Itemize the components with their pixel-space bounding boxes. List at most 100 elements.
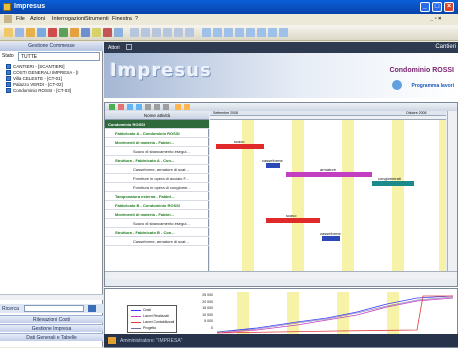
task-row[interactable]: Movimenti di materia - Fabbri... (105, 138, 209, 147)
mdi-controls[interactable]: _ ▫ × (430, 16, 441, 22)
outdent-icon[interactable] (136, 104, 142, 110)
copy-icon[interactable] (141, 28, 150, 37)
window-icon[interactable] (202, 28, 211, 37)
layout-icon[interactable] (246, 28, 255, 37)
task-row[interactable]: Fabbricato B - Condominio ROSSI (105, 201, 209, 210)
bar-armature-a[interactable] (286, 172, 372, 177)
app-icon (3, 3, 11, 11)
bar-scavo-a[interactable] (216, 144, 264, 149)
gantt-hscroll[interactable] (105, 271, 457, 279)
menu-strumenti[interactable]: Strumenti (85, 16, 109, 22)
y-tick: 5 000 (204, 319, 213, 323)
task-row[interactable]: Casseforme, armature di scat... (105, 165, 209, 174)
arrange-icon[interactable] (235, 28, 244, 37)
sidebar-hscroll[interactable] (0, 294, 103, 300)
task-row[interactable]: Scavo di sbancamento esegui... (105, 219, 209, 228)
task-row[interactable]: Forniture in opera di acciaio F... (105, 174, 209, 183)
nav-gestione-impresa[interactable]: Gestione Impresa (0, 324, 103, 332)
program-button[interactable]: Programma lavori (411, 83, 454, 89)
chart-icon[interactable] (268, 28, 277, 37)
users-icon[interactable] (81, 28, 90, 37)
delete-icon[interactable] (48, 28, 57, 37)
task-row[interactable]: Fornitura in opera di conglome... (105, 183, 209, 192)
tab-cantieri[interactable]: Cantieri (435, 44, 456, 50)
bar-casseforme-b[interactable] (322, 236, 340, 241)
indent-icon[interactable] (127, 104, 133, 110)
cut-icon[interactable] (130, 28, 139, 37)
print-icon[interactable] (184, 104, 190, 110)
tab-bar: Attori Cantieri (104, 42, 458, 53)
menu-help[interactable]: ? (135, 16, 138, 22)
zoom-out-icon[interactable] (163, 104, 169, 110)
zoom-in-icon[interactable] (154, 104, 160, 110)
task-row[interactable]: Struttura - Fabbricato B - Con... (105, 228, 209, 237)
bar-label: scavo (286, 213, 297, 218)
tree-item[interactable]: COSTI GENERALI IMPRESA - [I (6, 70, 79, 76)
program-icon[interactable] (392, 80, 402, 90)
task-row[interactable]: Condominio ROSSI (105, 120, 209, 129)
chart-icon[interactable] (175, 104, 181, 110)
y-axis: 25 000 20 000 15 000 10 000 5 000 0 (187, 293, 213, 331)
task-row[interactable]: Tamponatura esterna - Fabbri... (105, 192, 209, 201)
bar-label: casseforme (320, 231, 341, 236)
app-menu-icon[interactable] (4, 15, 12, 23)
task-row[interactable]: Casseforme, armature di scat... (105, 237, 209, 246)
tree-item-selected[interactable]: Condominio ROSSI - [CT-03] (6, 88, 71, 94)
calendar-icon[interactable] (114, 28, 123, 37)
project-title: Condominio ROSSI (389, 67, 454, 74)
refresh-icon[interactable] (59, 28, 68, 37)
bar-conglomerati-a[interactable] (372, 181, 414, 186)
minimize-button[interactable]: _ (420, 2, 430, 12)
y-tick: 15 000 (202, 306, 213, 310)
impresus-logo: Impresus (110, 60, 212, 81)
task-row[interactable]: Fabbricato A - Condominio ROSSI (105, 129, 209, 138)
remove-icon[interactable] (118, 104, 124, 110)
maximize-button[interactable]: □ (432, 2, 442, 12)
paste-icon[interactable] (152, 28, 161, 37)
task-row[interactable]: Scavo di sbancamento esegui... (105, 147, 209, 156)
bar-scavo-b[interactable] (266, 218, 320, 223)
gantt-vscroll[interactable] (447, 111, 457, 271)
task-list: Nome attività Condominio ROSSI Fabbricato… (105, 111, 209, 271)
tool-icon[interactable] (70, 28, 79, 37)
line-contabilizzati (217, 295, 453, 334)
menu-interrogazioni[interactable]: Interrogazioni (52, 16, 85, 22)
sidebar-header: Gestione Commesse (0, 42, 103, 51)
save-icon[interactable] (15, 28, 24, 37)
link-icon[interactable] (145, 104, 151, 110)
zoom-icon[interactable] (174, 28, 183, 37)
menu-finestra[interactable]: Finestra (112, 16, 132, 22)
cascade-icon[interactable] (224, 28, 233, 37)
project-tree: CANTIERI - [SCANTIERI] COSTI GENERALI IM… (2, 64, 100, 326)
search-icon[interactable] (88, 305, 96, 312)
task-row[interactable]: Movimenti di materia - Fabbri... (105, 210, 209, 219)
menu-file[interactable]: File (16, 16, 25, 22)
task-row[interactable]: Struttura - Fabbricato A - Con... (105, 156, 209, 165)
search-input[interactable] (24, 305, 84, 312)
close-button[interactable]: × (444, 2, 454, 12)
nav-rilevazioni-costi[interactable]: Rilevazioni Costi (0, 315, 103, 323)
bar-label: conglomerati (378, 176, 401, 181)
state-select[interactable]: TUTTE (18, 52, 100, 61)
tree-item[interactable]: CANTIERI - [SCANTIERI] (6, 64, 65, 70)
find-icon[interactable] (163, 28, 172, 37)
open-icon[interactable] (4, 28, 13, 37)
add-icon[interactable] (109, 104, 115, 110)
grid-icon[interactable] (257, 28, 266, 37)
nav-dati-generali[interactable]: Dati Generali e Tabelle (0, 333, 103, 341)
tab-close-icon[interactable] (126, 44, 132, 50)
legend: Costi Lavori Realizzati Lavori Contabili… (127, 305, 177, 333)
export-icon[interactable] (279, 28, 288, 37)
tree-item[interactable]: Villa CELESTE - [CT-01] (6, 76, 62, 82)
y-tick: 0 (211, 325, 213, 330)
notes-icon[interactable] (92, 28, 101, 37)
folder-icon[interactable] (26, 28, 35, 37)
filter-icon[interactable] (185, 28, 194, 37)
tree-item[interactable]: Palazzo VERDI - [CT-02] (6, 82, 63, 88)
print-icon[interactable] (37, 28, 46, 37)
tile-icon[interactable] (213, 28, 222, 37)
warning-icon[interactable] (103, 28, 112, 37)
menu-azioni[interactable]: Azioni (30, 16, 45, 22)
tab-attori[interactable]: Attori (108, 45, 120, 51)
bar-casseforme-a[interactable] (266, 163, 280, 168)
